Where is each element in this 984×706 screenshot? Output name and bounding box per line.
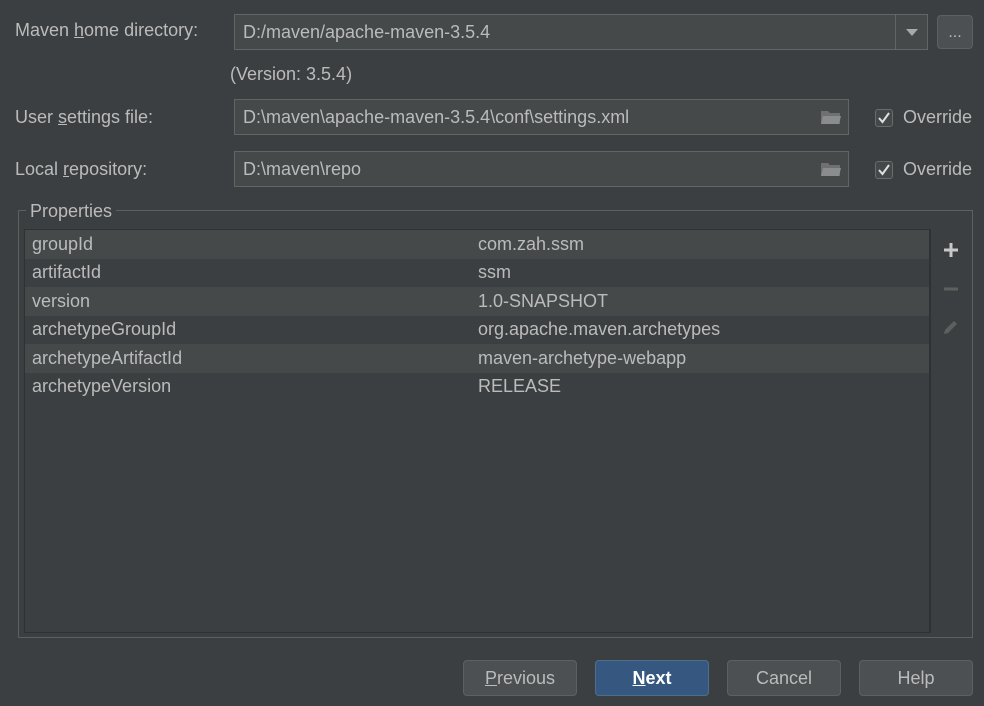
user-settings-override-checkbox[interactable] <box>875 109 893 127</box>
checkmark-icon <box>878 112 890 124</box>
maven-settings-dialog: Maven home directory: D:/maven/apache-ma… <box>0 0 984 706</box>
properties-toolbar <box>930 229 972 633</box>
next-button[interactable]: Next <box>595 660 709 696</box>
local-repo-label: Local repository: <box>15 159 148 179</box>
property-value: maven-archetype-webapp <box>478 347 687 368</box>
dropdown-arrow-icon[interactable] <box>895 15 927 49</box>
property-value: RELEASE <box>478 376 562 397</box>
previous-button[interactable]: Previous <box>463 660 577 696</box>
remove-icon[interactable] <box>939 277 963 301</box>
property-key: archetypeVersion <box>32 376 172 397</box>
property-value: ssm <box>478 262 511 283</box>
local-repo-value: D:\maven\repo <box>243 159 362 179</box>
property-value: org.apache.maven.archetypes <box>478 319 721 340</box>
table-row[interactable]: version 1.0-SNAPSHOT <box>25 287 929 316</box>
user-settings-field[interactable]: D:\maven\apache-maven-3.5.4\conf\setting… <box>234 99 849 135</box>
maven-home-label: Maven home directory: <box>15 20 199 40</box>
table-row[interactable]: groupId com.zah.ssm <box>25 230 929 259</box>
cancel-button[interactable]: Cancel <box>727 660 841 696</box>
property-key: archetypeArtifactId <box>32 347 183 368</box>
property-key: version <box>32 290 91 311</box>
folder-icon[interactable] <box>820 108 842 126</box>
help-button[interactable]: Help <box>859 660 973 696</box>
edit-icon[interactable] <box>939 315 963 339</box>
folder-icon[interactable] <box>820 160 842 178</box>
property-key: archetypeGroupId <box>32 319 177 340</box>
table-row[interactable]: archetypeVersion RELEASE <box>25 372 929 401</box>
table-row[interactable]: artifactId ssm <box>25 258 929 287</box>
maven-home-combobox[interactable]: D:/maven/apache-maven-3.5.4 <box>234 14 928 50</box>
local-repo-override-label[interactable]: Override <box>903 159 972 180</box>
local-repo-field[interactable]: D:\maven\repo <box>234 151 849 187</box>
table-row[interactable]: archetypeGroupId org.apache.maven.archety… <box>25 315 929 344</box>
properties-table[interactable]: groupId com.zah.ssm artifactId ssm version 1.… <box>24 229 930 633</box>
property-key: artifactId <box>32 262 102 283</box>
property-key: groupId <box>32 233 94 254</box>
maven-version-note: (Version: 3.5.4) <box>230 64 353 84</box>
property-value: 1.0-SNAPSHOT <box>478 290 609 311</box>
table-row[interactable]: archetypeArtifactId maven-archetype-webap… <box>25 344 929 373</box>
checkmark-icon <box>878 164 890 176</box>
maven-home-value: D:/maven/apache-maven-3.5.4 <box>243 22 491 42</box>
user-settings-label: User settings file: <box>15 107 154 127</box>
add-icon[interactable] <box>939 238 963 262</box>
user-settings-override-label[interactable]: Override <box>903 107 972 128</box>
user-settings-value: D:\maven\apache-maven-3.5.4\conf\setting… <box>243 107 630 127</box>
local-repo-override-checkbox[interactable] <box>875 161 893 179</box>
properties-title: Properties <box>26 201 117 222</box>
property-value: com.zah.ssm <box>478 233 585 254</box>
browse-maven-home-button[interactable]: ... <box>937 15 973 49</box>
